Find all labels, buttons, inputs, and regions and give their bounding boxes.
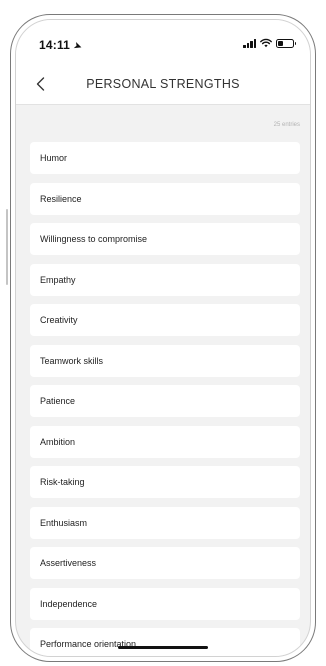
list-item-label: Independence <box>40 598 98 609</box>
status-time: 14:11 ➤ <box>39 38 84 53</box>
device-side-button <box>6 209 8 285</box>
phone-frame: 14:11 ➤ PERSONAL STRENGTHS 25 entries Hu… <box>10 14 316 662</box>
cellular-signal-icon <box>243 38 256 48</box>
list-item[interactable]: Resilience <box>30 182 300 215</box>
list-item[interactable]: Assertiveness <box>30 547 300 579</box>
strengths-list: Humor Resilience Willingness to compromi… <box>30 142 300 656</box>
home-indicator[interactable] <box>118 646 208 649</box>
list-item[interactable]: Teamwork skills <box>30 344 300 377</box>
navigation-bar: PERSONAL STRENGTHS <box>16 64 310 105</box>
location-arrow-icon: ➤ <box>72 40 84 53</box>
status-bar: 14:11 ➤ <box>16 20 310 64</box>
list-item[interactable]: Performance orientation <box>30 628 300 656</box>
strengths-list-area[interactable]: 25 entries Humor Resilience Willingness … <box>16 105 310 656</box>
list-item[interactable]: Patience <box>30 385 300 417</box>
status-time-text: 14:11 <box>39 38 71 52</box>
list-item[interactable]: Creativity <box>30 304 300 336</box>
list-item[interactable]: Enthusiasm <box>30 506 300 539</box>
list-item-label: Patience <box>40 396 76 406</box>
list-item-label: Risk-taking <box>40 477 85 487</box>
list-item-label: Willingness to compromise <box>40 234 148 244</box>
list-item-label: Enthusiasm <box>40 517 88 528</box>
list-item[interactable]: Willingness to compromise <box>30 223 300 255</box>
list-item[interactable]: Risk-taking <box>30 466 300 498</box>
list-item-label: Creativity <box>40 315 78 325</box>
list-item[interactable]: Independence <box>30 587 300 620</box>
list-item-label: Empathy <box>40 274 76 285</box>
status-icons <box>243 38 296 48</box>
screen: 14:11 ➤ PERSONAL STRENGTHS 25 entries Hu… <box>15 19 311 657</box>
list-item[interactable]: Empathy <box>30 263 300 296</box>
battery-icon <box>276 38 296 48</box>
page-title: PERSONAL STRENGTHS <box>86 77 240 91</box>
list-item-label: Ambition <box>40 436 76 447</box>
list-item[interactable]: Ambition <box>30 425 300 458</box>
entries-count: 25 entries <box>273 122 300 128</box>
list-item-label: Assertiveness <box>40 558 97 568</box>
list-item[interactable]: Humor <box>30 142 300 174</box>
list-item-label: Teamwork skills <box>40 355 104 366</box>
list-item-label: Humor <box>40 153 68 163</box>
list-item-label: Resilience <box>40 193 82 204</box>
wifi-icon <box>260 38 272 48</box>
